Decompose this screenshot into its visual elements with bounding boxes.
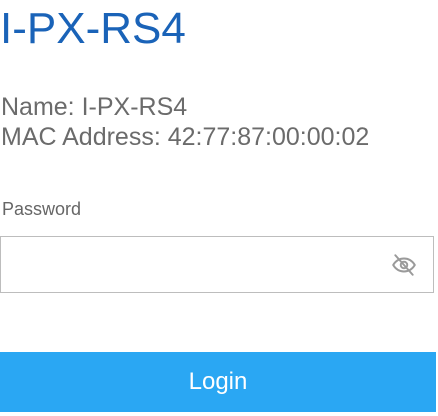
password-label: Password xyxy=(2,199,82,219)
password-field-container xyxy=(0,236,434,293)
device-name-text: Name: I-PX-RS4 xyxy=(1,93,188,121)
device-title: I-PX-RS4 xyxy=(0,4,186,53)
password-input[interactable] xyxy=(1,237,371,292)
login-button[interactable]: Login xyxy=(0,352,436,412)
eye-slash-icon[interactable] xyxy=(391,252,417,278)
device-info: Name: I-PX-RS4 MAC Address: 42:77:87:00:… xyxy=(1,92,369,152)
login-page: I-PX-RS4 Name: I-PX-RS4 MAC Address: 42:… xyxy=(0,0,438,416)
mac-address-text: MAC Address: 42:77:87:00:00:02 xyxy=(1,123,370,151)
